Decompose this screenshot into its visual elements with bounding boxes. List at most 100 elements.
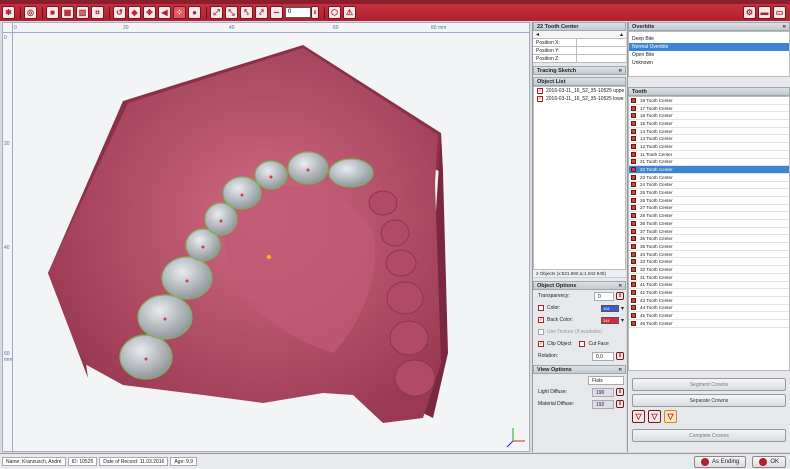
color-checkbox[interactable] bbox=[538, 305, 544, 311]
tooth-list-item[interactable]: 25 Tooth Center bbox=[629, 189, 789, 197]
color-swatch[interactable]: 104 bbox=[600, 304, 619, 312]
material-stepper-icon[interactable]: ⇕ bbox=[616, 400, 624, 408]
tooth-list-item[interactable]: 23 Tooth Center bbox=[629, 173, 789, 182]
dental-model[interactable] bbox=[3, 23, 530, 452]
rotation-input[interactable]: 0,0 bbox=[592, 351, 614, 361]
tracing-sketch-header[interactable]: Tracing Sketch» bbox=[533, 66, 626, 75]
ok-button[interactable]: OK bbox=[752, 455, 786, 468]
layout-split-icon[interactable]: ▥ bbox=[76, 6, 89, 19]
view-3d-icon[interactable]: ⬡ bbox=[328, 6, 341, 19]
as-ending-button[interactable]: As Ending bbox=[693, 455, 747, 468]
tooth-list-item[interactable]: 27 Tooth Center bbox=[629, 204, 789, 213]
back-color-checkbox[interactable]: ✓ bbox=[538, 317, 544, 323]
crop-icon[interactable]: ⌗ bbox=[91, 6, 104, 19]
tooth-list-item[interactable]: 36 Tooth Center bbox=[629, 235, 789, 244]
light-diffuse-input[interactable]: 190 bbox=[592, 387, 614, 397]
points-icon[interactable]: ⁘ bbox=[173, 6, 186, 19]
record-icon[interactable]: ● bbox=[188, 6, 201, 19]
crown-tool-3-icon[interactable]: ▽ bbox=[664, 410, 677, 423]
tooth-list-item[interactable]: 33 Tooth Center bbox=[629, 258, 789, 267]
3d-viewport[interactable]: 0 20 40 60 80 mm 0 20 40 60 mm bbox=[2, 22, 530, 452]
complete-crowns-button[interactable]: Complete Crowns bbox=[632, 429, 786, 442]
axis-2-icon[interactable]: ⤡ bbox=[225, 6, 238, 19]
collapse-icon[interactable]: « bbox=[619, 282, 622, 290]
back-color-swatch[interactable]: 244 bbox=[600, 316, 619, 324]
checkbox-icon[interactable]: ✓ bbox=[537, 88, 543, 94]
overbite-option-selected[interactable]: Normal Overbite bbox=[629, 43, 789, 51]
shading-select[interactable]: Flats bbox=[588, 375, 624, 385]
tooth-list[interactable]: 18 Tooth Center 17 Tooth Center 16 Tooth C… bbox=[628, 96, 790, 371]
segment-crowns-button[interactable]: Segment Crowns bbox=[632, 378, 786, 391]
collapse-icon[interactable]: « bbox=[783, 23, 786, 31]
settings-icon[interactable]: ⚙ bbox=[743, 6, 756, 19]
object-list-item[interactable]: ✓ 2016-03-11_16_52_35-10525 lowe bbox=[534, 95, 625, 103]
transparency-stepper-icon[interactable]: ⇕ bbox=[616, 292, 624, 300]
rotation-stepper-icon[interactable]: ⇕ bbox=[616, 352, 624, 360]
tooth-list-item[interactable]: 41 Tooth Center bbox=[629, 281, 789, 290]
tooth-list-item[interactable]: 28 Tooth Center bbox=[629, 212, 789, 220]
tooth-list-item[interactable]: 18 Tooth Center bbox=[629, 97, 789, 105]
tooth-list-item[interactable]: 11 Tooth Center bbox=[629, 150, 789, 159]
pan-icon[interactable]: ✥ bbox=[143, 6, 156, 19]
model-view-icon[interactable]: ◈ bbox=[128, 6, 141, 19]
tooth-list-item[interactable]: 13 Tooth Center bbox=[629, 135, 789, 144]
tooth-list-item[interactable]: 38 Tooth Center bbox=[629, 220, 789, 228]
tooth-list-item[interactable]: 26 Tooth Center bbox=[629, 196, 789, 205]
axis-4-icon[interactable]: ⤤ bbox=[255, 6, 268, 19]
measure-icon[interactable]: ⚠ bbox=[343, 6, 356, 19]
tooth-list-item[interactable]: 22 Tooth Center bbox=[629, 166, 789, 174]
tooth-list-item[interactable]: 46 Tooth Center bbox=[629, 319, 789, 328]
rotate-ccw-icon[interactable]: ↺ bbox=[113, 6, 126, 19]
transparency-input[interactable]: 0 bbox=[594, 291, 614, 301]
marker-icon[interactable]: ◀ bbox=[158, 6, 171, 19]
axis-3-icon[interactable]: ⤣ bbox=[240, 6, 253, 19]
overbite-option[interactable]: Unknown bbox=[629, 59, 789, 67]
tooth-list-item[interactable]: 42 Tooth Center bbox=[629, 289, 789, 297]
material-diffuse-row: Material Diffuse: 192 ⇕ bbox=[538, 399, 624, 409]
tooth-list-item[interactable]: 31 Tooth Center bbox=[629, 273, 789, 282]
tooth-list-item[interactable]: 16 Tooth Center bbox=[629, 112, 789, 121]
checkbox-icon[interactable]: ✓ bbox=[537, 96, 543, 102]
overbite-option[interactable]: Open Bite bbox=[629, 51, 789, 59]
tooth-list-item[interactable]: 17 Tooth Center bbox=[629, 104, 789, 113]
tooth-list-item[interactable]: 37 Tooth Center bbox=[629, 227, 789, 236]
overbite-option[interactable]: Deep Bite bbox=[629, 35, 789, 43]
tooth-list-item[interactable]: 14 Tooth Center bbox=[629, 127, 789, 136]
clip-object-checkbox[interactable]: ✓ bbox=[538, 341, 544, 347]
layout-single-icon[interactable]: ■ bbox=[46, 6, 59, 19]
tooth-list-item[interactable]: 21 Tooth Center bbox=[629, 158, 789, 167]
nav-left-icon[interactable]: ◂ bbox=[536, 31, 539, 38]
expand-icon[interactable]: » bbox=[619, 67, 622, 75]
crown-tool-2-icon[interactable]: ▽ bbox=[648, 410, 661, 423]
minimize-icon[interactable]: ▬ bbox=[758, 6, 771, 19]
back-color-dropdown-icon[interactable]: ▾ bbox=[621, 317, 624, 324]
selected-point[interactable] bbox=[266, 254, 272, 260]
light-stepper-icon[interactable]: ⇕ bbox=[616, 388, 624, 396]
color-dropdown-icon[interactable]: ▾ bbox=[621, 305, 624, 312]
cut-face-checkbox[interactable] bbox=[579, 341, 586, 347]
material-diffuse-input[interactable]: 192 bbox=[592, 399, 614, 409]
tooth-list-item[interactable]: 12 Tooth Center bbox=[629, 143, 789, 151]
target-icon[interactable]: ◎ bbox=[24, 6, 37, 19]
axis-icon[interactable]: ⤢ bbox=[210, 6, 223, 19]
tooth-list-item[interactable]: 32 Tooth Center bbox=[629, 266, 789, 274]
object-list-item[interactable]: ✓ 2016-03-11_16_52_35-10525 uppe bbox=[534, 87, 625, 95]
tooth-list-item[interactable]: 24 Tooth Center bbox=[629, 181, 789, 190]
tooth-list-item[interactable]: 43 Tooth Center bbox=[629, 296, 789, 305]
tooth-list-item[interactable]: 44 Tooth Center bbox=[629, 304, 789, 313]
tooth-list-item[interactable]: 15 Tooth Center bbox=[629, 120, 789, 128]
use-texture-checkbox[interactable] bbox=[538, 329, 544, 335]
crown-tool-1-icon[interactable]: ▽ bbox=[632, 410, 645, 423]
layout-grid-icon[interactable]: ▦ bbox=[61, 6, 74, 19]
nav-up-icon[interactable]: ▴ bbox=[620, 31, 623, 38]
number-stepper-icon[interactable]: ⇕ bbox=[311, 6, 319, 19]
tooth-list-item[interactable]: 34 Tooth Center bbox=[629, 250, 789, 259]
close-icon[interactable]: ▭ bbox=[773, 6, 786, 19]
number-input[interactable]: 0 bbox=[285, 7, 311, 18]
curve-icon[interactable]: ∽ bbox=[270, 6, 283, 19]
separate-crowns-button[interactable]: Separate Crowns bbox=[632, 394, 786, 407]
tooth-list-item[interactable]: 35 Tooth Center bbox=[629, 243, 789, 251]
collapse-icon[interactable]: « bbox=[619, 366, 622, 374]
tooth-list-item[interactable]: 45 Tooth Center bbox=[629, 312, 789, 320]
logo-icon[interactable]: ✱ bbox=[2, 6, 15, 19]
